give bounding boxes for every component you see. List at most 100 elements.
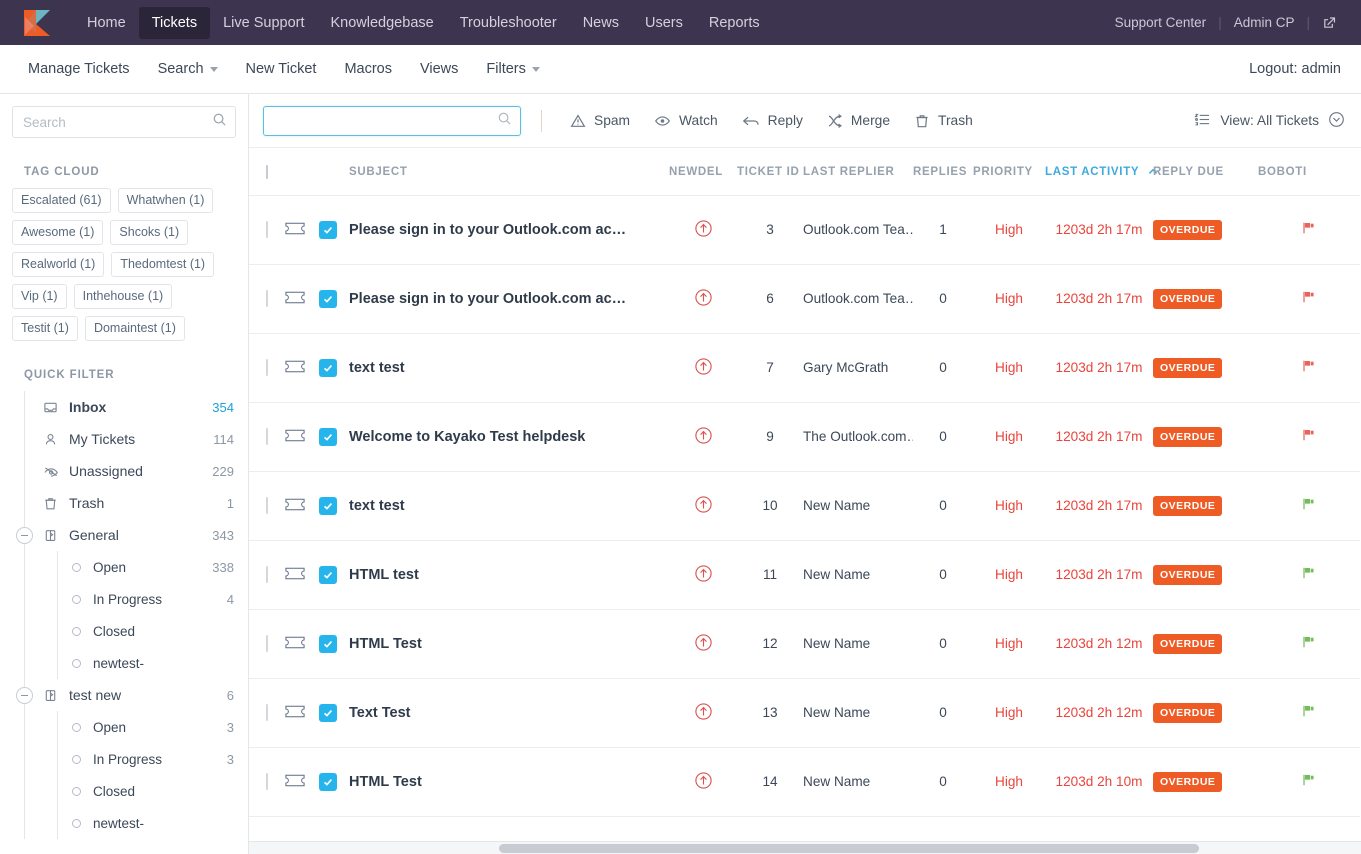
arrow-up-circle-icon[interactable]: [694, 364, 713, 379]
support-center-link[interactable]: Support Center: [1103, 15, 1219, 30]
flag-icon[interactable]: [1301, 568, 1317, 583]
checkmark-badge-icon[interactable]: [319, 704, 337, 722]
row-checkbox[interactable]: [266, 635, 268, 652]
row-selected-cell[interactable]: [319, 747, 349, 816]
select-all-checkbox[interactable]: [266, 165, 268, 179]
subject-cell[interactable]: text test: [349, 333, 669, 402]
checkmark-badge-icon[interactable]: [319, 635, 337, 653]
flag-icon[interactable]: [1301, 706, 1317, 721]
sidebar-subitem-newtest[interactable]: newtest-: [58, 647, 248, 679]
arrow-up-circle-icon[interactable]: [694, 778, 713, 793]
nav-item-users[interactable]: Users: [632, 7, 696, 39]
sidebar-item-my-tickets[interactable]: My Tickets 114: [25, 423, 248, 455]
subnav-search[interactable]: Search: [144, 55, 232, 83]
bobotime-cell[interactable]: [1258, 195, 1360, 264]
checkmark-badge-icon[interactable]: [319, 221, 337, 239]
reply-button[interactable]: Reply: [730, 107, 815, 135]
row-selected-cell[interactable]: [319, 678, 349, 747]
flag-icon[interactable]: [1301, 430, 1317, 445]
scrollbar-thumb[interactable]: [499, 844, 1199, 853]
row-checkbox-cell[interactable]: [249, 195, 285, 264]
row-selected-cell[interactable]: [319, 402, 349, 471]
horizontal-scrollbar[interactable]: [249, 841, 1361, 854]
row-checkbox-cell[interactable]: [249, 264, 285, 333]
subnav-views[interactable]: Views: [406, 55, 472, 83]
nav-item-troubleshooter[interactable]: Troubleshooter: [447, 7, 570, 39]
row-checkbox-cell[interactable]: [249, 540, 285, 609]
column-header-reply-due[interactable]: REPLY DUE: [1153, 148, 1258, 195]
nav-item-news[interactable]: News: [570, 7, 632, 39]
sidebar-subitem-newtest-2[interactable]: newtest-: [58, 807, 248, 839]
subnav-manage-tickets[interactable]: Manage Tickets: [14, 55, 144, 83]
flag-icon[interactable]: [1301, 361, 1317, 376]
bobotime-cell[interactable]: [1258, 747, 1360, 816]
sidebar-item-unassigned[interactable]: Unassigned 229: [25, 455, 248, 487]
table-row[interactable]: Text Test13New Name0High1203d 2h 12mOVER…: [249, 678, 1360, 747]
sidebar-search-box[interactable]: [12, 106, 236, 138]
column-header-newdel[interactable]: NEWDEL: [669, 148, 737, 195]
row-selected-cell[interactable]: [319, 195, 349, 264]
sidebar-subitem-open[interactable]: Open 338: [58, 551, 248, 583]
arrow-up-circle-icon[interactable]: [694, 571, 713, 586]
select-all-header[interactable]: [249, 148, 285, 195]
view-selector[interactable]: View: All Tickets: [1194, 111, 1347, 131]
sidebar-item-trash[interactable]: Trash 1: [25, 487, 248, 519]
bobotime-cell[interactable]: [1258, 471, 1360, 540]
nav-item-tickets[interactable]: Tickets: [139, 7, 210, 39]
bobotime-cell[interactable]: [1258, 609, 1360, 678]
sidebar-group-general[interactable]: General 343: [25, 519, 248, 551]
newdel-cell[interactable]: [669, 747, 737, 816]
row-checkbox[interactable]: [266, 428, 268, 445]
newdel-cell[interactable]: [669, 264, 737, 333]
row-checkbox-cell[interactable]: [249, 747, 285, 816]
table-row[interactable]: Please sign in to your Outlook.com ac…6O…: [249, 264, 1360, 333]
arrow-up-circle-icon[interactable]: [694, 709, 713, 724]
row-checkbox[interactable]: [266, 773, 268, 790]
tag-awesome[interactable]: Awesome (1): [12, 220, 103, 245]
newdel-cell[interactable]: [669, 333, 737, 402]
row-checkbox[interactable]: [266, 290, 268, 307]
tag-thedomtest[interactable]: Thedomtest (1): [111, 252, 214, 277]
row-checkbox[interactable]: [266, 566, 268, 583]
checkmark-badge-icon[interactable]: [319, 497, 337, 515]
bobotime-cell[interactable]: [1258, 333, 1360, 402]
row-checkbox-cell[interactable]: [249, 333, 285, 402]
column-header-ticket-id[interactable]: TICKET ID: [737, 148, 803, 195]
newdel-cell[interactable]: [669, 195, 737, 264]
spam-button[interactable]: Spam: [558, 107, 642, 135]
subject-cell[interactable]: Welcome to Kayako Test helpdesk: [349, 402, 669, 471]
bobotime-cell[interactable]: [1258, 678, 1360, 747]
column-header-bobotime[interactable]: BOBOTI: [1258, 148, 1360, 195]
tag-domaintest[interactable]: Domaintest (1): [85, 316, 185, 341]
bobotime-cell[interactable]: [1258, 540, 1360, 609]
nav-item-reports[interactable]: Reports: [696, 7, 773, 39]
sidebar-subitem-closed-2[interactable]: Closed: [58, 775, 248, 807]
row-checkbox[interactable]: [266, 497, 268, 514]
watch-button[interactable]: Watch: [642, 107, 730, 135]
merge-button[interactable]: Merge: [815, 107, 902, 135]
subject-cell[interactable]: Text Test: [349, 678, 669, 747]
column-header-replies[interactable]: REPLIES: [913, 148, 973, 195]
logout-label[interactable]: Logout: admin: [1249, 61, 1347, 77]
tag-realworld[interactable]: Realworld (1): [12, 252, 104, 277]
bobotime-cell[interactable]: [1258, 264, 1360, 333]
sidebar-search-input[interactable]: [23, 115, 212, 130]
table-row[interactable]: text test10New Name0High1203d 2h 17mOVER…: [249, 471, 1360, 540]
sidebar-item-inbox[interactable]: Inbox 354: [25, 391, 248, 423]
row-checkbox[interactable]: [266, 221, 268, 238]
flag-icon[interactable]: [1301, 499, 1317, 514]
column-header-subject[interactable]: SUBJECT: [349, 148, 669, 195]
subject-cell[interactable]: HTML test: [349, 540, 669, 609]
arrow-up-circle-icon[interactable]: [694, 640, 713, 655]
row-checkbox-cell[interactable]: [249, 678, 285, 747]
sidebar-group-test-new[interactable]: test new 6: [25, 679, 248, 711]
subnav-macros[interactable]: Macros: [330, 55, 406, 83]
tag-testit[interactable]: Testit (1): [12, 316, 78, 341]
row-selected-cell[interactable]: [319, 609, 349, 678]
table-row[interactable]: HTML test11New Name0High1203d 2h 17mOVER…: [249, 540, 1360, 609]
flag-icon[interactable]: [1301, 223, 1317, 238]
checkmark-badge-icon[interactable]: [319, 428, 337, 446]
checkmark-badge-icon[interactable]: [319, 566, 337, 584]
table-row[interactable]: HTML Test14New Name0High1203d 2h 10mOVER…: [249, 747, 1360, 816]
checkmark-badge-icon[interactable]: [319, 290, 337, 308]
